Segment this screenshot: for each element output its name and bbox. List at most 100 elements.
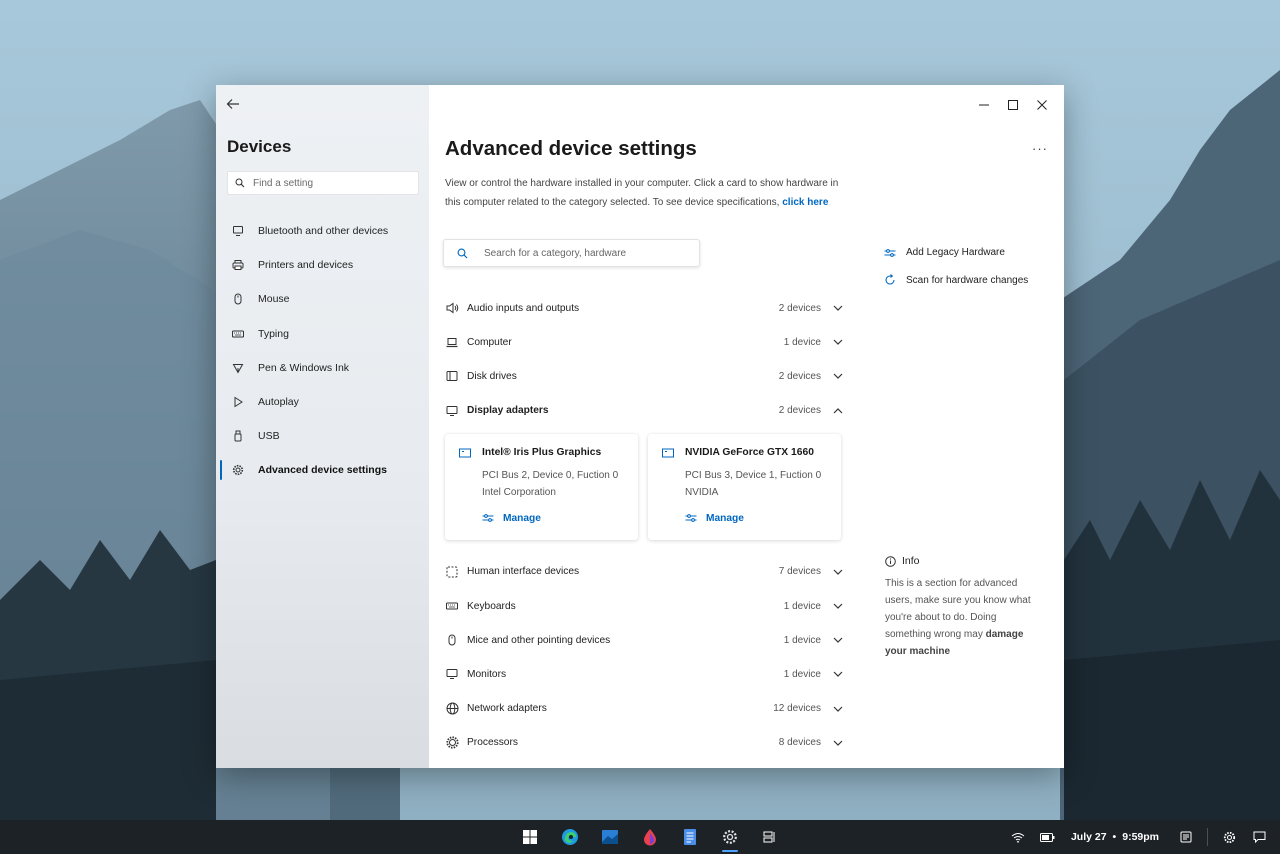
chevron-down-icon[interactable] xyxy=(832,302,844,314)
news-icon xyxy=(1180,831,1192,843)
category-monitors[interactable]: Monitors 1 device xyxy=(443,657,849,691)
sidebar-item-advanced-device-settings[interactable]: Advanced device settings xyxy=(216,453,429,487)
device-card-intel[interactable]: Intel® Iris Plus Graphics PCI Bus 2, Dev… xyxy=(445,433,638,540)
window-controls xyxy=(969,94,1064,116)
battery-button[interactable] xyxy=(1033,820,1063,854)
info-title: Info xyxy=(902,555,920,567)
category-audio[interactable]: Audio inputs and outputs 2 devices xyxy=(443,291,849,325)
documents-icon xyxy=(684,829,696,845)
category-list: Audio inputs and outputs 2 devices Compu… xyxy=(443,291,849,760)
wifi-button[interactable] xyxy=(1003,820,1033,854)
chevron-down-icon[interactable] xyxy=(832,703,844,715)
sidebar-item-pen[interactable]: Pen & Windows Ink xyxy=(216,351,429,385)
close-button[interactable] xyxy=(1027,94,1056,116)
sidebar-item-label: Pen & Windows Ink xyxy=(258,361,350,374)
tray-divider xyxy=(1207,828,1208,846)
windows-start-icon xyxy=(523,830,537,844)
sidebar-item-label: Autoplay xyxy=(258,396,299,409)
display-adapter-icon xyxy=(459,448,471,458)
quick-settings-button[interactable] xyxy=(1214,820,1244,854)
chevron-down-icon[interactable] xyxy=(832,370,844,382)
device-card-nvidia[interactable]: NVIDIA GeForce GTX 1660 PCI Bus 3, Devic… xyxy=(648,433,841,540)
category-name: Processors xyxy=(467,737,518,749)
taskbar-task-view[interactable] xyxy=(750,820,790,854)
category-name: Audio inputs and outputs xyxy=(467,302,580,314)
usb-icon xyxy=(231,429,245,443)
taskbar-mail[interactable] xyxy=(590,820,630,854)
info-icon xyxy=(885,555,896,567)
category-name: Human interface devices xyxy=(467,566,580,578)
sidebar-item-printers[interactable]: Printers and devices xyxy=(216,248,429,282)
minimize-button[interactable] xyxy=(969,94,998,116)
category-count: 12 devices xyxy=(773,703,821,715)
sidebar-item-mouse[interactable]: Mouse xyxy=(216,282,429,316)
category-disk-drives[interactable]: Disk drives 2 devices xyxy=(443,359,849,393)
search-icon xyxy=(457,248,468,258)
sidebar-item-label: Bluetooth and other devices xyxy=(258,225,389,238)
gear-icon xyxy=(1223,831,1235,843)
taskbar-documents[interactable] xyxy=(670,820,710,854)
chevron-down-icon[interactable] xyxy=(832,566,844,578)
chevron-down-icon[interactable] xyxy=(832,600,844,612)
click-here-link[interactable]: click here xyxy=(782,197,828,208)
notifications-button[interactable] xyxy=(1244,820,1274,854)
page-description: View or control the hardware installed i… xyxy=(445,174,855,212)
card-bus-info: PCI Bus 3, Device 1, Fuction 0 xyxy=(685,469,822,481)
sidebar-item-autoplay[interactable]: Autoplay xyxy=(216,385,429,419)
start-button[interactable] xyxy=(510,820,550,854)
category-display-adapters[interactable]: Display adapters 2 devices xyxy=(443,394,849,428)
category-processors[interactable]: Processors 8 devices xyxy=(443,726,849,760)
taskbar-settings[interactable] xyxy=(710,820,750,854)
chevron-down-icon[interactable] xyxy=(832,634,844,646)
display-adapter-cards: Intel® Iris Plus Graphics PCI Bus 2, Dev… xyxy=(443,428,849,555)
main-pane: Advanced device settings ··· View or con… xyxy=(429,85,1064,768)
category-count: 8 devices xyxy=(778,737,821,749)
hardware-search-box[interactable] xyxy=(443,239,700,267)
clock[interactable]: July 27 • 9:59pm xyxy=(1071,831,1159,843)
category-name: Keyboards xyxy=(467,600,516,612)
category-network-adapters[interactable]: Network adapters 12 devices xyxy=(443,692,849,726)
maximize-button[interactable] xyxy=(998,94,1027,116)
more-options-button[interactable]: ··· xyxy=(1032,141,1048,156)
category-name: Computer xyxy=(467,336,512,348)
sliders-icon xyxy=(482,514,494,523)
manage-button[interactable]: Manage xyxy=(482,513,541,524)
keyboard-icon xyxy=(445,599,459,613)
scan-hardware-changes-link[interactable]: Scan for hardware changes xyxy=(884,267,1028,295)
hardware-search-input[interactable] xyxy=(484,247,684,259)
category-mice[interactable]: Mice and other pointing devices 1 device xyxy=(443,623,849,657)
manage-button[interactable]: Manage xyxy=(685,513,744,524)
chevron-down-icon[interactable] xyxy=(832,336,844,348)
settings-window: Devices Bluetooth and other devices Prin… xyxy=(216,85,1064,768)
chevron-down-icon[interactable] xyxy=(832,737,844,749)
speaker-icon xyxy=(445,301,459,315)
task-view-icon xyxy=(763,831,775,843)
page-title: Advanced device settings xyxy=(445,137,697,160)
sidebar-item-label: Printers and devices xyxy=(258,259,354,272)
category-keyboards[interactable]: Keyboards 1 device xyxy=(443,589,849,623)
taskbar-edge[interactable] xyxy=(550,820,590,854)
chevron-down-icon[interactable] xyxy=(832,668,844,680)
chevron-up-icon[interactable] xyxy=(832,405,844,417)
laptop-icon xyxy=(445,335,459,349)
find-setting-input[interactable] xyxy=(253,177,413,189)
card-vendor: NVIDIA xyxy=(685,486,719,498)
category-computer[interactable]: Computer 1 device xyxy=(443,325,849,359)
add-legacy-hardware-link[interactable]: Add Legacy Hardware xyxy=(884,239,1028,267)
sidebar-item-bluetooth[interactable]: Bluetooth and other devices xyxy=(216,214,429,248)
category-name: Disk drives xyxy=(467,370,517,382)
find-setting-box[interactable] xyxy=(227,171,419,195)
sidebar-item-typing[interactable]: Typing xyxy=(216,317,429,351)
sidebar-item-usb[interactable]: USB xyxy=(216,419,429,453)
category-count: 2 devices xyxy=(778,302,821,314)
sliders-icon xyxy=(685,514,697,523)
date-text: July 27 xyxy=(1070,831,1107,843)
category-name: Display adapters xyxy=(467,405,549,417)
category-human-interface-devices[interactable]: Human interface devices 7 devices xyxy=(443,555,849,589)
back-button[interactable] xyxy=(226,97,248,115)
card-title: Intel® Iris Plus Graphics xyxy=(482,446,602,458)
maximize-icon xyxy=(1007,100,1018,110)
info-section: Info This is a section for advanced user… xyxy=(885,555,1045,660)
news-button[interactable] xyxy=(1171,820,1201,854)
taskbar-paint[interactable] xyxy=(630,820,670,854)
